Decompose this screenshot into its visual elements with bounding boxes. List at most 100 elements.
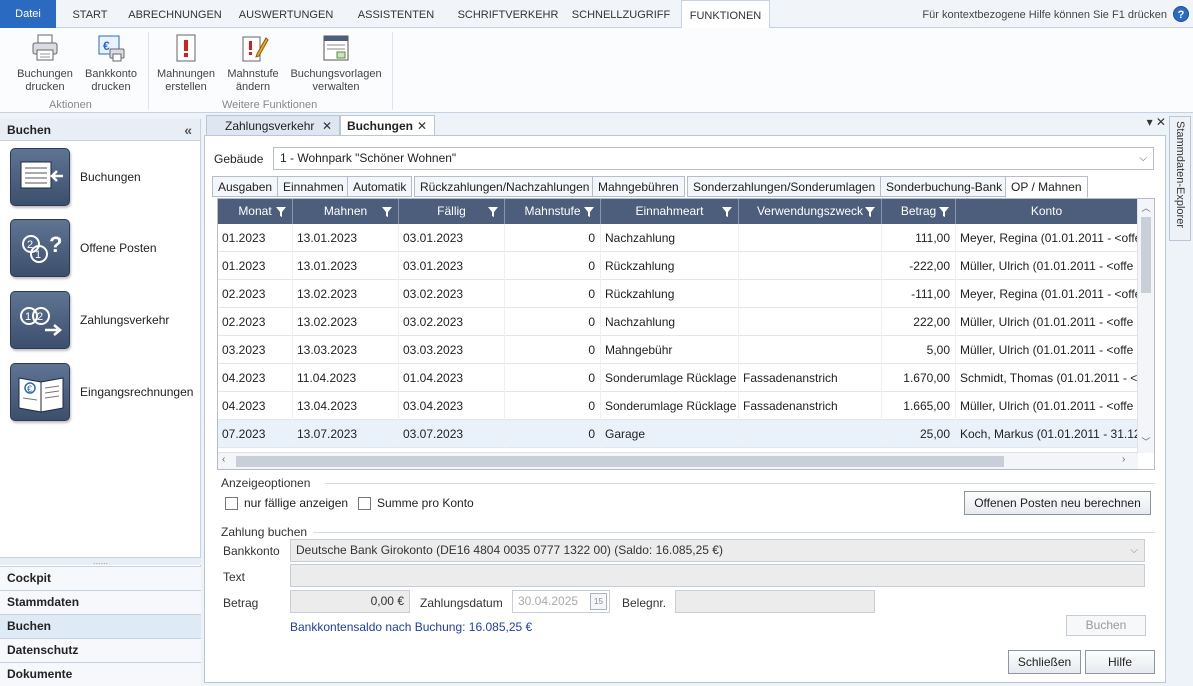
tab-funktionen[interactable]: FUNKTIONEN <box>681 0 770 29</box>
nav-item-label: Zahlungsverkehr <box>80 313 170 327</box>
tab-abrechnungen[interactable]: ABRECHNUNGEN <box>124 0 226 28</box>
tab-ausgaben[interactable]: Ausgaben <box>212 176 279 197</box>
nav-item-buchungen[interactable]: Buchungen <box>10 148 200 210</box>
column-label: Mahnen <box>323 204 368 218</box>
filter-icon[interactable] <box>865 207 875 217</box>
tab-schnellzugriff[interactable]: SCHNELLZUGRIFF <box>566 0 676 28</box>
splitter-handle[interactable]: ...... <box>0 557 201 566</box>
column-betrag[interactable]: Betrag <box>882 199 956 224</box>
column-faellig[interactable]: Fällig <box>399 199 505 224</box>
recalculate-open-items-button[interactable]: Offenen Posten neu berechnen <box>964 491 1151 515</box>
table-row[interactable]: 03.2023 13.03.2023 03.03.2023 0 Mahngebühr 5,… <box>218 336 1138 364</box>
nav-section-stammdaten[interactable]: Stammdaten <box>0 590 201 614</box>
nur-faellige-checkbox[interactable] <box>225 497 238 510</box>
scroll-down-icon[interactable]: ﹀ <box>1138 435 1154 448</box>
column-label: Verwendungszweck <box>756 204 864 218</box>
nav-section-dokumente[interactable]: Dokumente <box>0 662 201 686</box>
scroll-left-icon[interactable]: ‹ <box>222 454 225 465</box>
mahnungen-erstellen-button[interactable]: Mahnungen erstellen <box>154 32 218 94</box>
filter-icon[interactable] <box>584 207 594 217</box>
filter-icon[interactable] <box>382 207 392 217</box>
schliessen-button[interactable]: Schließen <box>1008 650 1081 674</box>
scroll-thumb[interactable] <box>236 456 1004 467</box>
mahnstufe-aendern-button[interactable]: Mahnstufe ändern <box>222 32 284 94</box>
bank-printer-icon: € <box>98 35 125 62</box>
zahlungsdatum-value: 30.04.2025 <box>518 594 579 608</box>
bankkonto-drucken-button[interactable]: € Bankkonto drucken <box>80 32 142 94</box>
table-row[interactable]: 07.2023 13.07.2023 03.07.2023 0 Garage 25,00 K… <box>218 420 1138 448</box>
cell-konto: Meyer, Regina (01.01.2011 - <offe <box>956 280 1138 308</box>
tab-rueckzahlungen[interactable]: Rückzahlungen/Nachzahlungen <box>414 176 596 197</box>
table-row[interactable]: 04.2023 13.04.2023 03.04.2023 0 Sonderumlage… <box>218 392 1138 420</box>
cell-mahnstufe: 0 <box>505 364 601 392</box>
scroll-up-icon[interactable]: ︿ <box>1138 201 1154 214</box>
belegnr-field[interactable] <box>675 590 875 613</box>
nav-section-cockpit[interactable]: Cockpit <box>0 566 201 590</box>
help-icon[interactable]: ? <box>1173 6 1189 22</box>
bankkonto-label: Bankkonto <box>223 544 280 558</box>
close-icon[interactable]: ✕ <box>322 116 332 136</box>
tab-op-mahnen[interactable]: OP / Mahnen <box>1005 176 1088 198</box>
tab-einnahmen[interactable]: Einnahmen <box>277 176 350 197</box>
svg-text:€: € <box>27 384 32 394</box>
text-field[interactable] <box>290 564 1145 587</box>
scroll-right-icon[interactable]: › <box>1122 454 1125 465</box>
column-mahnen[interactable]: Mahnen <box>293 199 399 224</box>
nav-item-eingangsrechnungen[interactable]: € Eingangsrechnungen <box>10 363 200 425</box>
table-row[interactable]: 01.2023 13.01.2023 03.01.2023 0 Rückzahlung -… <box>218 252 1138 280</box>
nav-section-buchen[interactable]: Buchen <box>0 614 201 638</box>
collapse-icon[interactable]: « <box>184 119 192 141</box>
stammdaten-explorer-tab[interactable]: Stammdaten-Explorer <box>1169 116 1191 241</box>
nav-section-datenschutz[interactable]: Datenschutz <box>0 638 201 662</box>
summe-pro-konto-checkbox[interactable] <box>358 497 371 510</box>
cell-verwendungszweck <box>739 252 882 280</box>
filter-icon[interactable] <box>276 207 286 217</box>
tab-assistenten[interactable]: ASSISTENTEN <box>350 0 442 28</box>
close-icon[interactable]: ✕ <box>417 116 427 136</box>
column-monat[interactable]: Monat <box>218 199 293 224</box>
calendar-icon[interactable]: 15 <box>590 593 607 610</box>
gebaeude-select[interactable]: 1 - Wohnpark "Schöner Wohnen" ⌵ <box>273 147 1154 170</box>
nav-item-offene-posten[interactable]: 2 1 ? Offene Posten <box>10 219 200 281</box>
file-menu[interactable]: Datei <box>0 0 56 28</box>
buchungen-drucken-button[interactable]: Buchungen drucken <box>14 32 76 94</box>
nav-item-zahlungsverkehr[interactable]: 1 2 Zahlungsverkehr <box>10 291 200 353</box>
tab-auswertungen[interactable]: AUSWERTUNGEN <box>232 0 340 28</box>
cell-betrag: 1.670,00 <box>882 364 956 392</box>
scroll-thumb[interactable] <box>1141 217 1151 293</box>
tab-automatik[interactable]: Automatik <box>347 176 413 197</box>
table-row[interactable]: 04.2023 11.04.2023 01.04.2023 0 Sonderumlage… <box>218 364 1138 392</box>
vertical-scrollbar[interactable]: ︿ ﹀ <box>1137 199 1154 453</box>
doc-tab-buchungen[interactable]: Buchungen ✕ <box>340 115 435 135</box>
tab-controls[interactable]: ▾ ✕ <box>1147 115 1166 129</box>
tab-mahngebuehren[interactable]: Mahngebühren <box>592 176 685 197</box>
tab-sonderbuchung-bank[interactable]: Sonderbuchung-Bank <box>880 176 1009 197</box>
cell-konto: Müller, Ulrich (01.01.2011 - <offe <box>956 308 1138 336</box>
column-verwendungszweck[interactable]: Verwendungszweck <box>739 199 882 224</box>
filter-icon[interactable] <box>722 207 732 217</box>
column-konto[interactable]: Konto <box>956 199 1138 224</box>
tab-schriftverkehr[interactable]: SCHRIFTVERKEHR <box>452 0 564 28</box>
tab-start[interactable]: START <box>60 0 120 28</box>
zahlungsdatum-field[interactable]: 30.04.2025 15 <box>512 590 610 613</box>
tab-sonderzahlungen[interactable]: Sonderzahlungen/Sonderumlagen <box>687 176 882 197</box>
filter-icon[interactable] <box>939 207 949 217</box>
filter-icon[interactable] <box>488 207 498 217</box>
buchen-button[interactable]: Buchen <box>1066 615 1146 636</box>
buchungsvorlagen-verwalten-button[interactable]: Buchungsvorlagen verwalten <box>288 32 384 94</box>
hilfe-button[interactable]: Hilfe <box>1085 650 1155 674</box>
table-row[interactable]: 01.2023 13.01.2023 03.01.2023 0 Nachzahlung 1… <box>218 224 1138 252</box>
column-einnahmeart[interactable]: Einnahmeart <box>601 199 739 224</box>
zahlung-buchen-title: Zahlung buchen <box>221 525 308 539</box>
cell-monat: 07.2023 <box>218 420 293 448</box>
table-row[interactable]: 02.2023 13.02.2023 03.02.2023 0 Nachzahlung 2… <box>218 308 1138 336</box>
doc-tab-zahlungsverkehr[interactable]: Zahlungsverkehr ✕ <box>206 115 340 135</box>
column-label: Einnahmeart <box>635 204 704 218</box>
table-row[interactable]: 02.2023 13.02.2023 03.02.2023 0 Rückzahlung -… <box>218 280 1138 308</box>
cell-mahnstufe: 0 <box>505 224 601 252</box>
betrag-field[interactable]: 0,00 € <box>290 590 410 613</box>
column-mahnstufe[interactable]: Mahnstufe <box>505 199 601 224</box>
horizontal-scrollbar[interactable]: ‹ › <box>218 452 1138 469</box>
group-weitere-label: Weitere Funktionen <box>222 99 318 111</box>
bankkonto-select[interactable]: Deutsche Bank Girokonto (DE16 4804 0035 … <box>290 539 1145 562</box>
